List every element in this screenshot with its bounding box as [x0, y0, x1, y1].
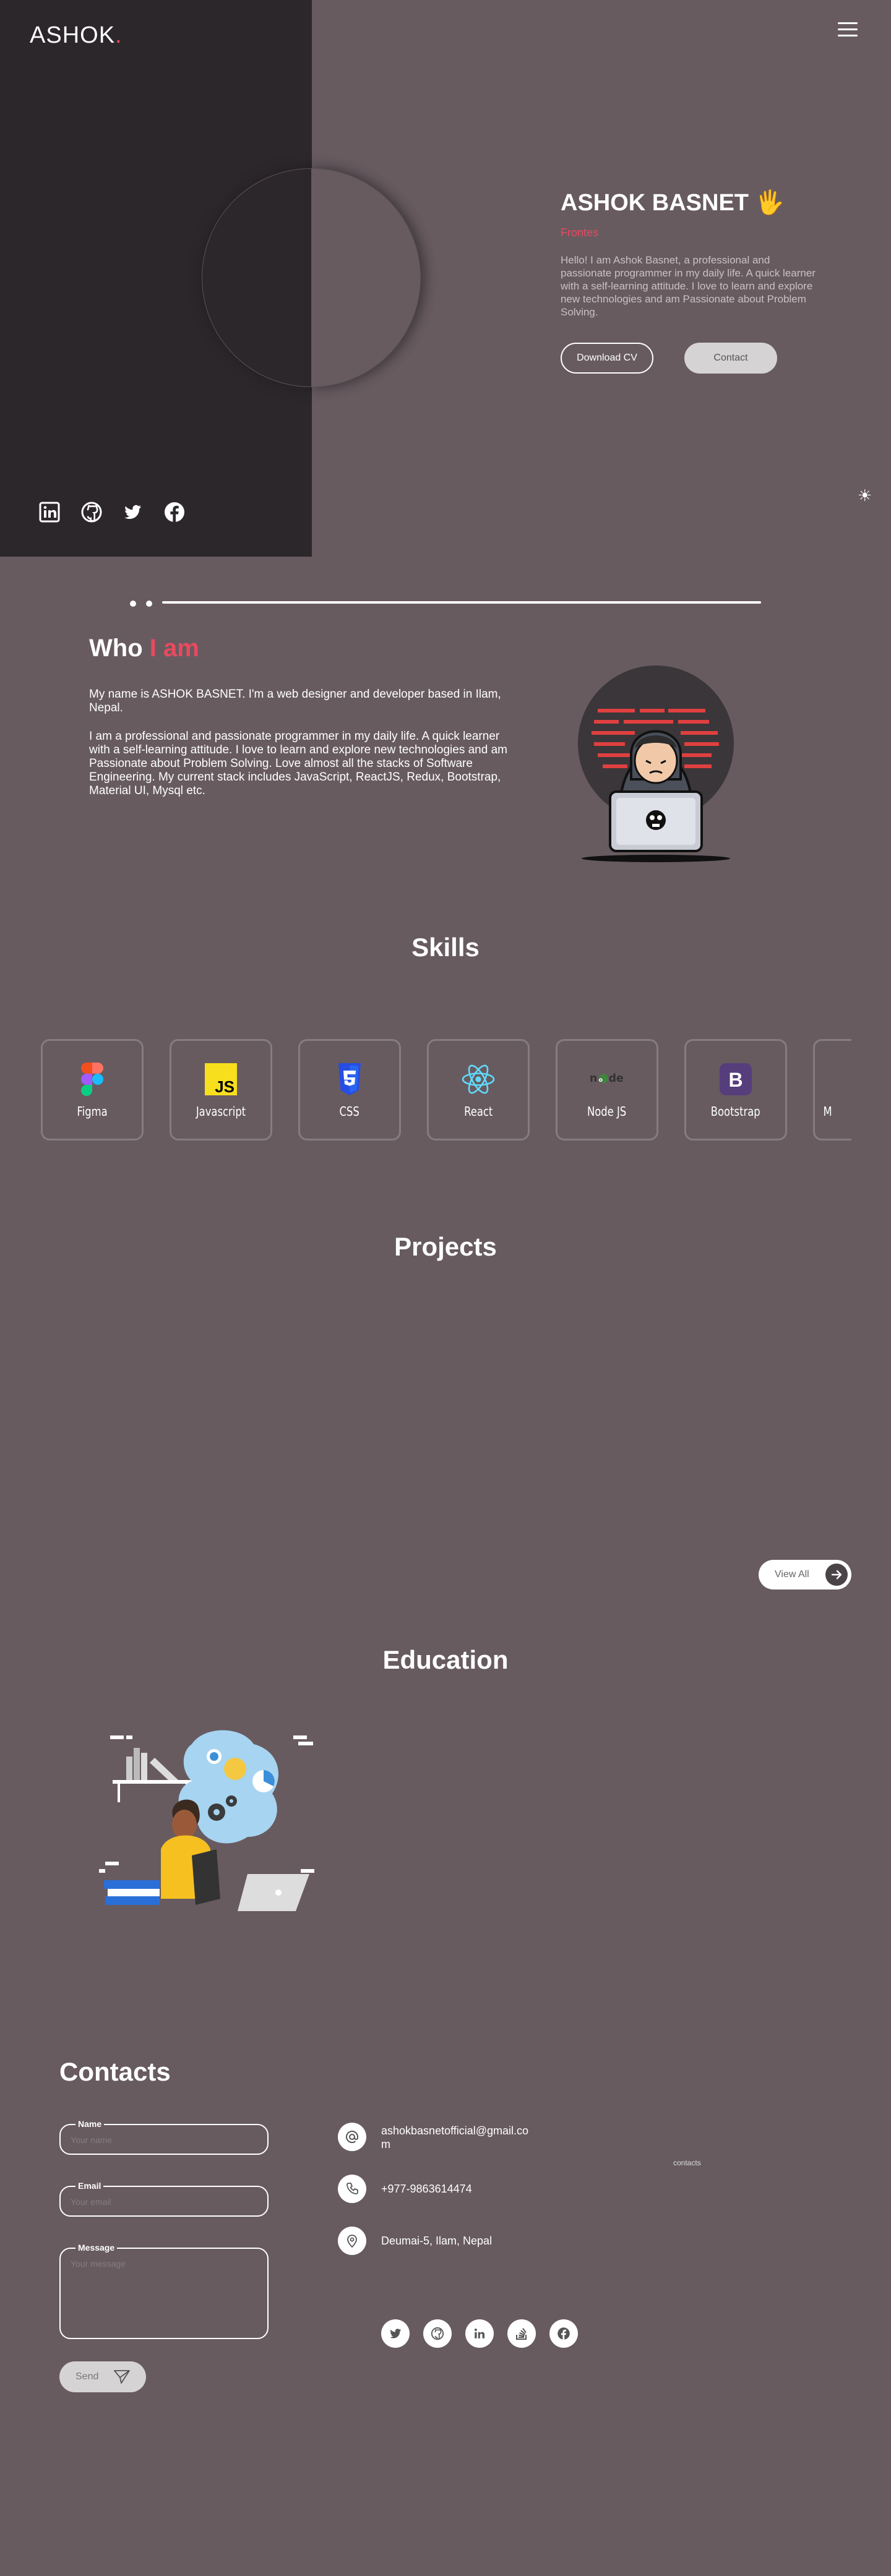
skills-carousel[interactable]: Figma JS Javascript CSS React n de o Node …: [41, 1039, 851, 1142]
hero-bio: Hello! I am Ashok Basnet, a professional…: [561, 254, 816, 318]
svg-text:de: de: [609, 1072, 624, 1085]
view-all-button[interactable]: View All: [759, 1560, 851, 1590]
hero-name: ASHOK BASNET 🖐: [561, 190, 785, 216]
send-label: Send: [75, 2371, 99, 2382]
projects-title: Projects: [394, 1232, 497, 1261]
at-sign-icon: [338, 2123, 366, 2151]
message-placeholder: Your message: [71, 2259, 126, 2269]
svg-text:JS: JS: [215, 1077, 235, 1095]
hacker-illustration: [575, 662, 736, 866]
svg-text:B: B: [728, 1069, 742, 1091]
profile-photo-circle-right-half: [311, 168, 421, 387]
contact-phone[interactable]: +977-9863614474: [381, 2182, 472, 2196]
about-title: Who I am: [89, 635, 199, 662]
download-cv-button[interactable]: Download CV: [561, 343, 653, 374]
send-icon: [114, 2370, 130, 2384]
name-label: Name: [75, 2119, 105, 2129]
about-paragraph-2: I am a professional and passionate progr…: [89, 730, 507, 797]
message-field[interactable]: Message Your message: [59, 2243, 269, 2339]
email-field[interactable]: Email Your email: [59, 2181, 269, 2217]
hamburger-menu-icon[interactable]: [838, 22, 858, 38]
skill-card-nodejs[interactable]: n de o Node JS: [556, 1039, 658, 1140]
twitter-icon[interactable]: [121, 501, 144, 523]
section-divider-dots: [130, 599, 162, 610]
skill-card-react[interactable]: React: [427, 1039, 530, 1140]
linkedin-icon[interactable]: [465, 2319, 494, 2348]
stackoverflow-icon[interactable]: [507, 2319, 536, 2348]
nodejs-icon: n de o: [590, 1062, 624, 1097]
contacts-image: contacts: [673, 2159, 701, 2167]
skills-title: Skills: [411, 933, 480, 962]
email-placeholder: Your email: [71, 2197, 111, 2207]
skill-label: Javascript: [196, 1104, 246, 1119]
css-icon: [332, 1062, 367, 1097]
about-paragraph-1: My name is ASHOK BASNET. I'm a web desig…: [89, 688, 501, 714]
section-divider-line: [162, 601, 761, 604]
svg-text:o: o: [599, 1077, 603, 1084]
phone-icon: [338, 2175, 366, 2203]
github-icon[interactable]: [80, 501, 103, 523]
skill-card-javascript[interactable]: JS Javascript: [170, 1039, 272, 1140]
skill-label: Bootstrap: [711, 1104, 760, 1119]
arrow-right-icon: [825, 1564, 848, 1586]
skill-label: React: [463, 1104, 493, 1119]
skill-label: Figma: [77, 1104, 108, 1119]
send-button[interactable]: Send: [59, 2361, 146, 2392]
email-label: Email: [75, 2181, 104, 2191]
skill-card-figma[interactable]: Figma: [41, 1039, 144, 1140]
contact-button[interactable]: Contact: [684, 343, 777, 374]
message-label: Message: [75, 2243, 118, 2253]
mui-icon: [847, 1062, 851, 1097]
skill-card-css[interactable]: CSS: [298, 1039, 401, 1140]
linkedin-icon[interactable]: [38, 501, 61, 523]
education-title: Education: [382, 1645, 509, 1674]
facebook-icon[interactable]: [549, 2319, 578, 2348]
contact-address: Deumai-5, Ilam, Nepal: [381, 2235, 493, 2247]
skill-card-bootstrap[interactable]: B Bootstrap: [684, 1039, 787, 1140]
education-illustration: [99, 1726, 319, 1923]
logo[interactable]: ASHOK.: [30, 22, 123, 49]
waving-hand-icon: 🖐: [755, 190, 785, 216]
skill-card-mui[interactable]: M: [813, 1039, 851, 1140]
facebook-icon[interactable]: [163, 501, 186, 523]
skill-label: M: [823, 1104, 832, 1119]
svg-text:n: n: [590, 1072, 597, 1085]
github-icon[interactable]: [423, 2319, 452, 2348]
skill-label: Node JS: [587, 1104, 627, 1119]
name-field[interactable]: Name Your name: [59, 2119, 269, 2155]
location-pin-icon: [338, 2227, 366, 2255]
twitter-icon[interactable]: [381, 2319, 410, 2348]
view-all-label: View All: [775, 1569, 809, 1580]
contact-email[interactable]: ashokbasnetofficial@gmail.com: [381, 2124, 530, 2151]
contacts-title: Contacts: [59, 2057, 171, 2086]
bootstrap-icon: B: [718, 1062, 753, 1097]
react-icon: [461, 1062, 496, 1097]
name-placeholder: Your name: [71, 2135, 113, 2145]
hero-role: Frontes: [561, 226, 599, 239]
theme-toggle-sun-icon[interactable]: ☀: [858, 486, 872, 505]
figma-icon: [75, 1062, 110, 1097]
skill-label: CSS: [339, 1104, 360, 1119]
javascript-icon: JS: [204, 1062, 238, 1097]
